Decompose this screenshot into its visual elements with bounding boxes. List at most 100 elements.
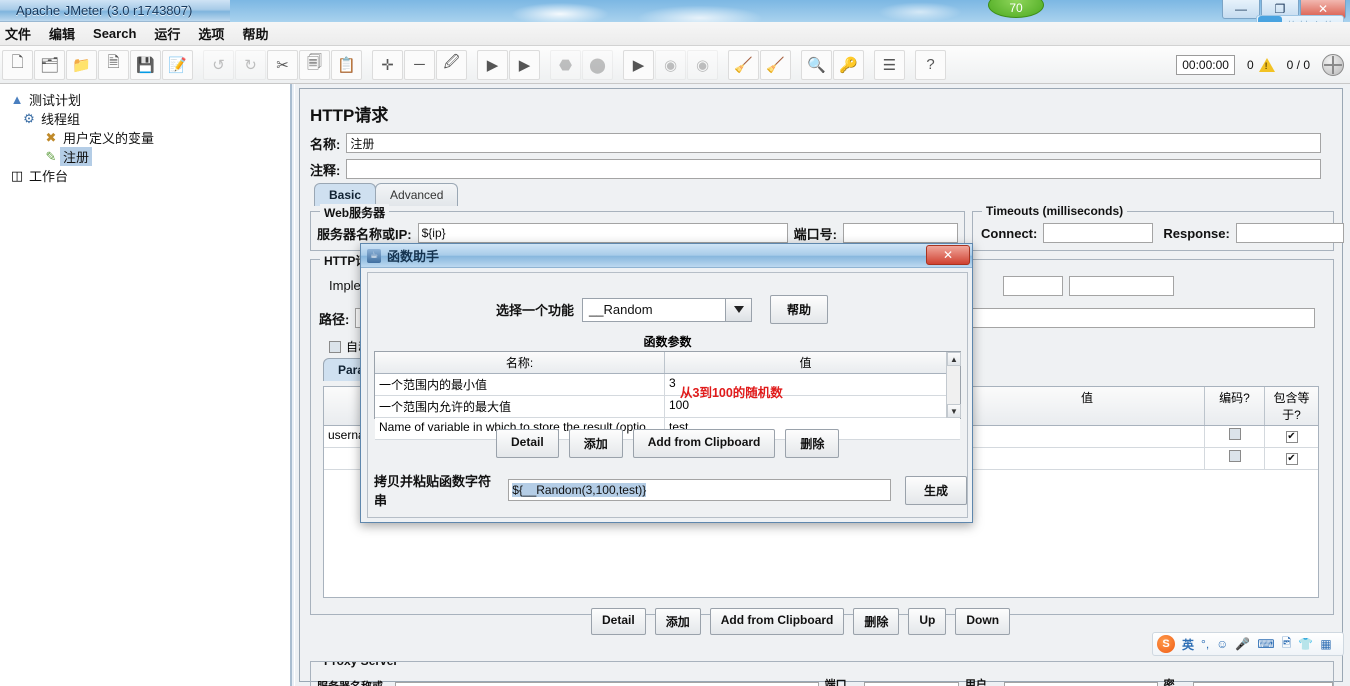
scroll-down-icon[interactable]: ▼ [947,404,961,418]
protocol-input[interactable] [1069,276,1174,296]
param-删除-button[interactable]: 删除 [853,608,900,635]
param-detail-button[interactable]: Detail [591,608,646,635]
function-params-scrollbar[interactable]: ▲ ▼ [946,352,961,418]
proxy-pass-label: 密码: [1163,679,1175,686]
voice-input-icon[interactable]: 🎤 [1235,637,1250,651]
soft-keyboard-icon[interactable]: ⌨ [1257,637,1274,651]
implementation-select[interactable] [1003,276,1063,296]
function-string-value: ${__Random(3,100,test)} [512,483,647,497]
param-value-cell[interactable] [970,426,1205,447]
paste-icon[interactable]: 📋 [331,49,362,80]
tree-node-0[interactable]: ▲ 测试计划 [8,90,290,109]
function-select[interactable]: __Random [582,297,753,322]
param-up-button[interactable]: Up [908,608,947,635]
save-icon[interactable]: 💾 [130,49,161,80]
close-icon[interactable]: 🗎 [98,49,129,80]
encode-checkbox[interactable] [1228,428,1241,440]
auto-redirect-checkbox[interactable] [329,340,341,353]
start-icon[interactable]: ▶ [477,49,508,80]
start-no-pause-icon[interactable]: ▶ [509,49,540,80]
tab-advanced[interactable]: Advanced [375,183,459,206]
param-encode-cell[interactable] [1205,448,1265,469]
param-添加-button[interactable]: 添加 [654,608,701,635]
tab-basic[interactable]: Basic [314,183,377,206]
menu-run[interactable]: 运行 [145,22,189,45]
name-input[interactable]: 注册 [346,133,1322,153]
help-button[interactable]: 帮助 [770,295,829,324]
emoji-icon[interactable]: ☺ [1216,637,1228,651]
menu-file[interactable]: 文件 [0,22,40,45]
clear-icon[interactable]: 🧹 [728,49,759,80]
scroll-up-icon[interactable]: ▲ [947,352,961,366]
new-icon[interactable]: 🗋 [2,49,33,80]
param-down-button[interactable]: Down [955,608,1011,635]
search-icon[interactable]: 🔍 [801,49,832,80]
include-equals-checkbox[interactable]: ✔ [1285,430,1298,443]
language-mode-icon[interactable]: 英 [1182,636,1194,653]
warning-indicator[interactable]: 0 [1247,58,1275,72]
proxy-server-group: Proxy Server 服务器名称或IP: 端口号: 用户名: 密码: [310,661,1334,686]
workbench-icon: ◫ [10,167,24,183]
open-icon[interactable]: 📁 [66,49,97,80]
encode-checkbox[interactable] [1228,450,1241,462]
tree-node-label: 线程组 [41,112,81,127]
dialog-删除-button[interactable]: 删除 [785,429,840,458]
dialog-添加-button[interactable]: 添加 [568,429,623,458]
menu-options[interactable]: 选项 [189,22,233,45]
function-string-input[interactable]: ${__Random(3,100,test)} [508,479,891,501]
sogou-logo-icon[interactable]: S [1157,635,1175,653]
param-value-cell[interactable] [970,448,1205,469]
help-icon[interactable]: ? [915,49,946,80]
templates-icon[interactable]: 🗂 [34,49,65,80]
screenshot-icon[interactable]: 🖻 [1282,634,1292,655]
toggle-icon[interactable]: 🖉 [436,49,467,80]
remote-status-icon[interactable] [1322,54,1344,76]
param-add-from-clipboard-button[interactable]: Add from Clipboard [709,608,845,635]
toolbar-separator [719,50,728,80]
tree-node-2[interactable]: ✖ 用户定义的变量 [8,128,290,147]
reset-search-icon[interactable]: 🔑 [833,49,864,80]
proxy-port-input[interactable] [863,682,959,686]
param-encode-cell[interactable] [1205,426,1265,447]
dialog-detail-button[interactable]: Detail [496,429,559,458]
include-equals-checkbox[interactable]: ✔ [1285,452,1298,465]
menu-help[interactable]: 帮助 [233,22,277,45]
tree-node-1[interactable]: ⚙ 线程组 [8,109,290,128]
server-port-input[interactable] [842,223,958,243]
response-timeout-input[interactable] [1235,223,1344,243]
function-param-row[interactable]: 一个范围内允许的最大值 100 [375,396,960,418]
param-include-equals-cell[interactable]: ✔ [1265,448,1318,469]
skin-icon[interactable]: 👕 [1298,637,1313,651]
expand-all-icon[interactable]: ✛ [372,49,403,80]
cut-icon[interactable]: ✂ [267,49,298,80]
function-param-row[interactable]: 一个范围内的最小值 3 [375,374,960,396]
clear-all-icon[interactable]: 🧹 [760,49,791,80]
collapse-all-icon[interactable]: ─ [404,49,435,80]
proxy-pass-input[interactable] [1192,682,1333,686]
name-row: 名称: 注册 [310,133,1330,153]
copy-icon[interactable]: 🗐 [299,49,330,80]
connect-timeout-input[interactable] [1043,223,1154,243]
param-include-equals-cell[interactable]: ✔ [1265,426,1318,447]
menu-search[interactable]: Search [84,24,145,43]
server-host-input[interactable]: ${ip} [417,223,788,243]
tree-node-3[interactable]: ✎ 注册 [8,147,290,166]
function-helper-icon[interactable]: ☰ [874,49,905,80]
minimize-button[interactable]: — [1222,0,1260,19]
dialog-add-from-clipboard-button[interactable]: Add from Clipboard [632,429,776,458]
comment-input[interactable] [346,159,1322,179]
menu-edit[interactable]: 编辑 [40,22,84,45]
save-as-icon[interactable]: 📝 [162,49,193,80]
stop-icon: ⬣ [550,49,581,80]
start-remote-icon[interactable]: ▶ [623,49,654,80]
dialog-close-button[interactable]: ✕ [926,245,970,265]
chevron-down-icon[interactable] [725,298,752,321]
response-timeout-label: Response: [1163,225,1230,241]
proxy-user-input[interactable] [1003,682,1158,686]
punctuation-icon[interactable]: °, [1201,637,1209,651]
toolbox-icon[interactable]: ▦ [1320,637,1331,651]
proxy-host-input[interactable] [395,682,819,686]
generate-button[interactable]: 生成 [904,475,967,505]
tree-node-4[interactable]: ◫ 工作台 [8,166,290,185]
web-server-title: Web服务器 [320,204,390,221]
